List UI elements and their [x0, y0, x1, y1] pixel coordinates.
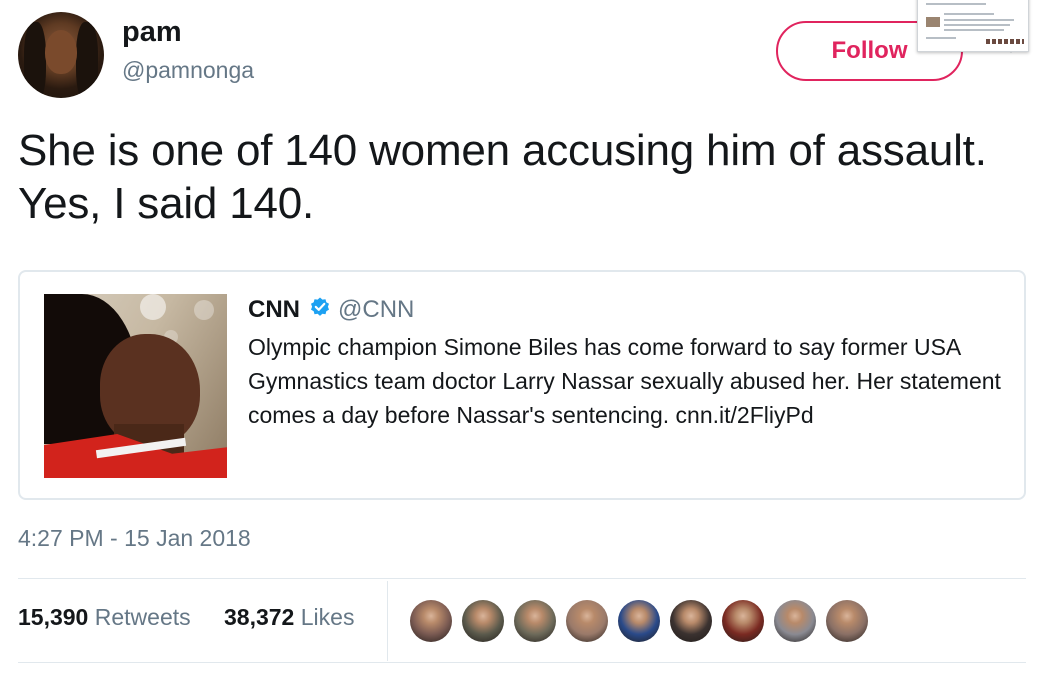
- liker-avatar[interactable]: [722, 600, 764, 642]
- liker-avatar[interactable]: [774, 600, 816, 642]
- author-handle[interactable]: @pamnonga: [122, 57, 254, 84]
- author-avatar[interactable]: [18, 12, 104, 98]
- author-name[interactable]: pam: [122, 16, 182, 49]
- tweet-timestamp[interactable]: 4:27 PM - 15 Jan 2018: [18, 525, 251, 552]
- verified-badge-icon: [311, 297, 329, 316]
- avatar-face: [45, 30, 77, 74]
- quoted-author-handle[interactable]: @CNN: [338, 296, 414, 324]
- likes-label: Likes: [300, 604, 355, 630]
- retweets-count: 15,390: [18, 604, 89, 630]
- divider: [18, 578, 1026, 579]
- likes-stat[interactable]: 38,372 Likes: [224, 604, 354, 631]
- liker-avatar[interactable]: [618, 600, 660, 642]
- tweet-text: She is one of 140 women accusing him of …: [18, 126, 987, 228]
- liker-avatar[interactable]: [514, 600, 556, 642]
- liker-avatar[interactable]: [670, 600, 712, 642]
- retweets-label: Retweets: [94, 604, 191, 630]
- quoted-author-name[interactable]: CNN: [248, 296, 300, 324]
- quoted-tweet-card[interactable]: CNN @CNN Olympic champion Simone Biles h…: [18, 270, 1026, 500]
- liker-avatar[interactable]: [566, 600, 608, 642]
- avatar-hair: [24, 22, 46, 98]
- thumbnail-preview: [917, 0, 1029, 52]
- liker-avatar[interactable]: [462, 600, 504, 642]
- liker-avatar[interactable]: [410, 600, 452, 642]
- quoted-tweet-image[interactable]: [44, 294, 227, 478]
- retweets-stat[interactable]: 15,390 Retweets: [18, 604, 191, 631]
- divider: [18, 662, 1026, 663]
- stats-divider: [387, 581, 388, 661]
- liker-avatar[interactable]: [826, 600, 868, 642]
- avatar-hair: [76, 22, 98, 98]
- likes-count: 38,372: [224, 604, 295, 630]
- quoted-tweet-text: Olympic champion Simone Biles has come f…: [248, 334, 1001, 428]
